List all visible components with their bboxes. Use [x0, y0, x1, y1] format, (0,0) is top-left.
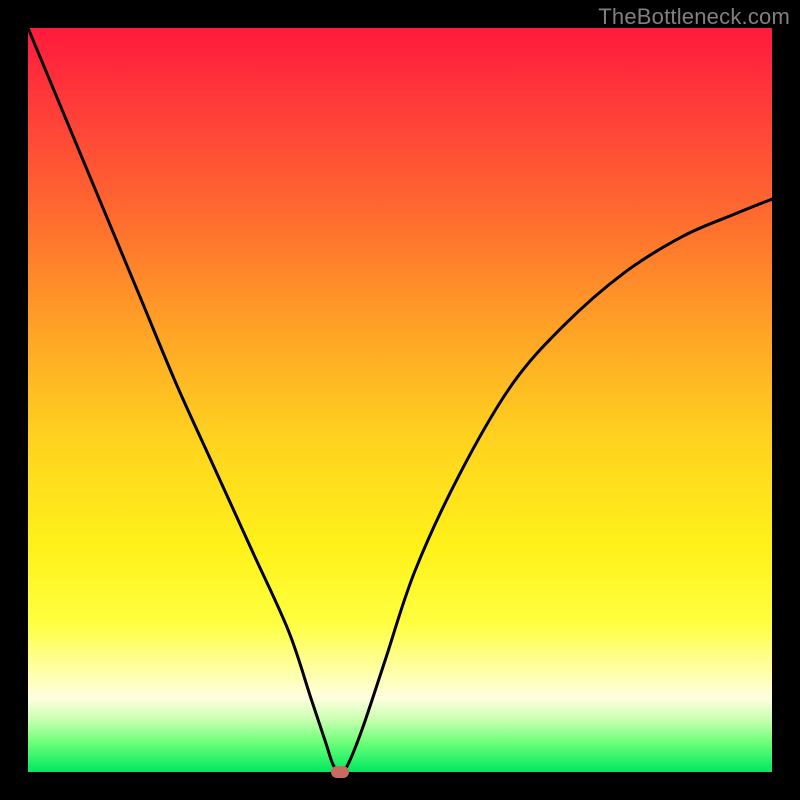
- plot-area: [28, 28, 772, 772]
- bottleneck-curve: [28, 28, 772, 772]
- optimal-point-marker: [331, 766, 349, 778]
- watermark-text: TheBottleneck.com: [598, 4, 790, 30]
- chart-frame: TheBottleneck.com: [0, 0, 800, 800]
